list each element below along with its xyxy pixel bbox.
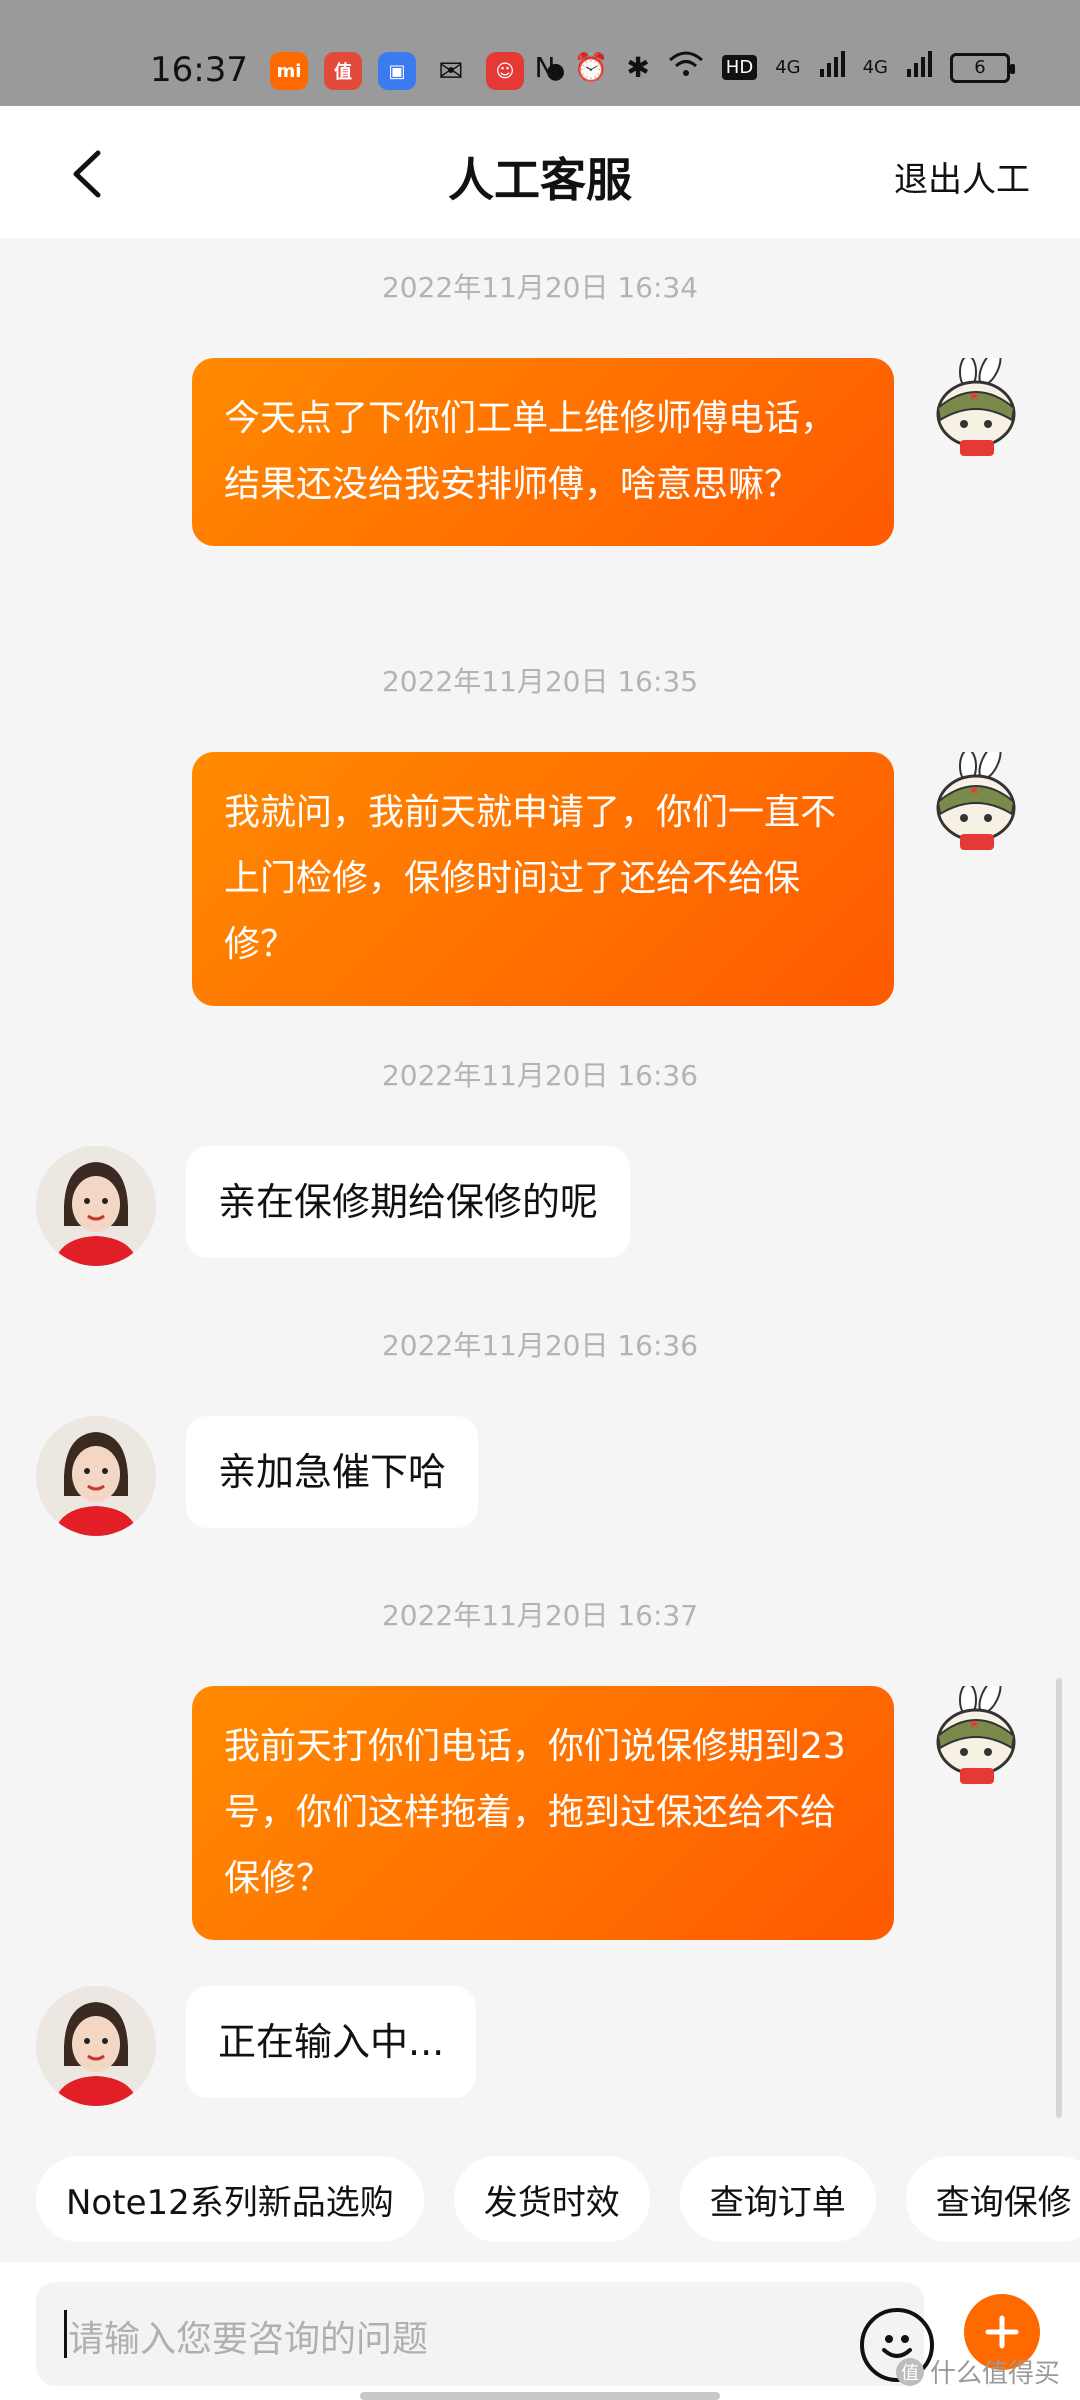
battery-level: 6 (974, 57, 986, 78)
system-status-icons: N ⏰ ✱ HD 4G 4G 6 (534, 50, 1015, 85)
text-caret (64, 2310, 67, 2358)
typing-indicator-bubble: 正在输入中... (186, 1986, 477, 2098)
user-message-bubble: 今天点了下你们工单上维修师傅电话，结果还没给我安排师傅，啥意思嘛？ (192, 358, 894, 546)
agent-avatar-icon (36, 1416, 156, 1536)
mi-bunny-avatar-icon (936, 1678, 1016, 1784)
status-bar: 16:37 mi 值 ▣ ✉ ☺ ● N ⏰ ✱ HD 4G 4G 6 (0, 0, 1080, 106)
mi-bunny-avatar-icon (936, 744, 1016, 850)
agent-avatar[interactable] (36, 1146, 156, 1266)
signal-bars-icon-1 (819, 51, 845, 84)
agent-avatar[interactable] (36, 1986, 156, 2106)
wifi-icon (668, 50, 704, 85)
message-input-placeholder: 请输入您要咨询的问题 (68, 2319, 429, 2360)
signal-4g-icon-2: 4G (862, 57, 888, 78)
notification-icons: mi 值 ▣ ✉ ☺ ● (270, 52, 565, 90)
user-message-bubble: 我就问，我前天就申请了，你们一直不上门检修，保修时间过了还给不给保修？ (192, 752, 894, 1006)
agent-avatar-icon (36, 1146, 156, 1266)
mi-bunny-avatar-icon (936, 350, 1016, 456)
user-avatar[interactable] (924, 350, 1034, 468)
watermark-badge: 值 (895, 2357, 924, 2386)
battery-icon: 6 (950, 52, 1015, 83)
quick-reply-chip[interactable]: Note12系列新品选购 (36, 2156, 424, 2242)
multitask-app-icon: ▣ (378, 52, 416, 90)
quick-reply-chip[interactable]: 查询保修 (905, 2156, 1080, 2242)
quick-reply-chip[interactable]: 查询订单 (679, 2156, 876, 2242)
user-avatar[interactable] (924, 744, 1034, 862)
smzdm-app-icon: 值 (324, 52, 362, 90)
chat-scrollbar[interactable] (1056, 1678, 1062, 2118)
chat-messages[interactable]: 2022年11月20日 16:34 今天点了下你们工单上维修师傅电话，结果还没给… (0, 238, 1080, 2130)
mi-bunny-app-icon: ☺ (486, 52, 524, 90)
user-avatar[interactable] (924, 1678, 1034, 1796)
message-timestamp: 2022年11月20日 16:34 (381, 271, 699, 304)
message-input[interactable]: 请输入您要咨询的问题 (36, 2282, 934, 2386)
message-timestamp: 2022年11月20日 16:37 (381, 1599, 699, 1632)
alarm-icon: ⏰ (573, 51, 609, 84)
watermark: 值 什么值得买 (895, 2353, 1060, 2390)
agent-message-bubble: 亲在保修期给保修的呢 (186, 1146, 631, 1258)
message-timestamp: 2022年11月20日 16:36 (381, 1059, 699, 1092)
agent-avatar-icon (36, 1986, 156, 2106)
watermark-text: 什么值得买 (929, 2359, 1060, 2389)
user-message-bubble: 我前天打你们电话，你们说保修期到23号，你们这样拖着，拖到过保还给不给保修？ (192, 1686, 894, 1940)
signal-bars-icon-2 (906, 51, 932, 84)
nfc-icon: N (534, 51, 556, 84)
agent-avatar[interactable] (36, 1416, 156, 1536)
wechat-icon: ✉ (438, 53, 464, 89)
chat-header: 人工客服 退出人工 (0, 106, 1080, 238)
message-timestamp: 2022年11月20日 16:35 (381, 665, 699, 698)
status-time: 16:37 (150, 50, 248, 90)
agent-message-bubble: 亲加急催下哈 (186, 1416, 479, 1528)
exit-human-service-button[interactable]: 退出人工 (894, 152, 1030, 201)
quick-reply-chips: Note12系列新品选购 发货时效 查询订单 查询保修 (36, 2156, 1080, 2242)
home-indicator[interactable] (360, 2392, 720, 2400)
quick-reply-chip[interactable]: 发货时效 (453, 2156, 650, 2242)
message-timestamp: 2022年11月20日 16:36 (381, 1329, 699, 1362)
bluetooth-icon: ✱ (626, 51, 650, 84)
signal-4g-icon-1: 4G (775, 57, 801, 78)
hd-icon: HD (721, 55, 758, 80)
xiaomi-app-icon: mi (270, 52, 308, 90)
plus-icon (985, 2315, 1019, 2349)
